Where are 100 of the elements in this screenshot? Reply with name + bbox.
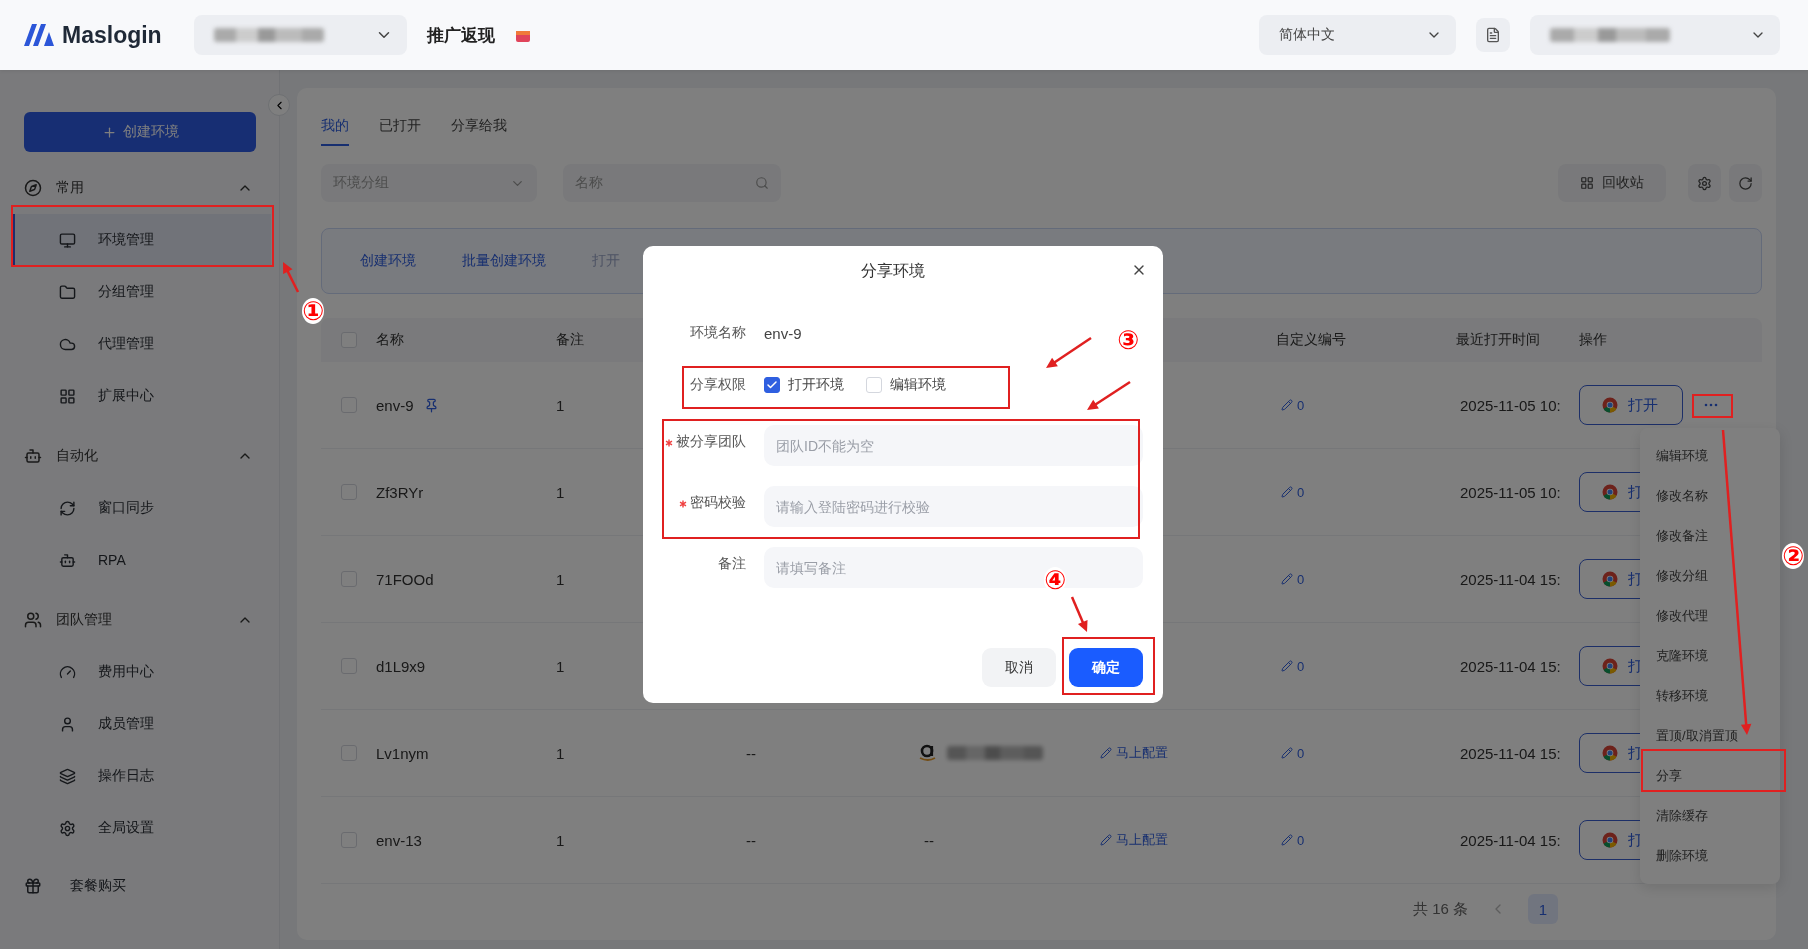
annotation-box [1692,394,1733,418]
menu-icon [59,231,76,249]
field-label: 被分享团队 [676,433,746,451]
table-cell: env-13 [376,831,422,849]
more-icon [1703,403,1718,407]
section-toggle[interactable]: 团队管理 [0,594,279,646]
settings-icon [1697,175,1712,191]
grid-icon [1580,176,1594,190]
sidebar-item[interactable]: 代理管理 [12,318,271,370]
sidebar-item[interactable]: 套餐购买 [0,860,279,912]
promo-link[interactable]: 推广返现 [427,23,495,47]
gift-icon [24,877,42,895]
sidebar-item[interactable]: 分组管理 [12,266,271,318]
section-icon [24,611,42,629]
open-button[interactable]: 打开 [1579,385,1683,425]
sidebar-item[interactable]: 扩展中心 [12,370,271,422]
collapse-button[interactable] [268,94,290,116]
account-select[interactable] [1530,15,1780,55]
page-button[interactable]: 1 [1528,894,1558,924]
edit-id-link[interactable]: 0 [1281,832,1305,848]
tab[interactable]: 我的 [321,108,349,146]
table-cell: d1L9x9 [376,657,426,675]
column-header: 名称 [376,331,404,349]
tab[interactable]: 已打开 [379,108,421,146]
sidebar-item[interactable]: 窗口同步 [12,482,271,534]
pencil-icon [1281,747,1293,759]
table-cell: env-9 [376,396,414,414]
config-link[interactable]: 马上配置 [1100,744,1168,762]
edit-id-link[interactable]: 0 [1281,484,1305,500]
action-link[interactable]: 创建环境 [360,252,416,270]
column-header: 最近打开时间 [1456,331,1540,349]
annotation-arrow [1070,596,1088,632]
table-cell: 1 [556,483,565,501]
table-cell: Zf3RYr [376,483,424,501]
column-header: 操作 [1579,331,1607,349]
logo-icon [919,743,937,763]
menu-icon [59,819,76,837]
pencil-icon [1281,573,1293,585]
section-icon [24,179,42,197]
tab[interactable]: 分享给我 [451,108,507,146]
menu-icon [59,387,76,405]
confirm-button[interactable]: 确定 [1069,648,1143,687]
plus-icon [101,124,117,140]
edit-id-link[interactable]: 0 [1281,658,1305,674]
browser-icon [1602,658,1618,674]
section-toggle[interactable]: 常用 [0,162,279,214]
total-count: 共 16 条 [1412,899,1468,919]
table-cell: 1 [556,570,565,588]
refresh-button[interactable] [1729,164,1762,202]
refresh-icon [1738,175,1753,191]
table-cell: -- [924,831,934,849]
permission-checkbox[interactable]: 打开环境 [764,376,844,394]
pencil-icon [1281,486,1293,498]
pencil-icon [1281,399,1293,411]
search-icon [755,176,769,190]
table-cell: 1 [556,396,565,414]
edit-id-link[interactable]: 0 [1281,745,1305,761]
sidebar-item[interactable]: 环境管理 [12,214,271,266]
browser-icon [1602,397,1618,413]
menu-icon [59,283,76,301]
table-cell: 1 [556,657,565,675]
sidebar-item[interactable]: 全局设置 [12,802,271,854]
settings-button[interactable] [1688,164,1721,202]
sidebar-item[interactable]: 费用中心 [12,646,271,698]
permission-checkbox[interactable]: 编辑环境 [866,376,946,394]
annotation-arrow [1046,336,1092,368]
table-cell: 1 [556,831,565,849]
create-environment-button[interactable]: 创建环境 [24,112,256,152]
recycle-bin-button[interactable]: 回收站 [1558,164,1666,202]
app-logo: Maslogin [62,21,162,49]
table-cell: -- [746,831,756,849]
cancel-button[interactable]: 取消 [982,648,1056,687]
input-field[interactable]: 请输入登陆密码进行校验 [764,486,1143,527]
annotation-arrow [1087,380,1131,410]
step-number: ② [1782,543,1804,569]
menu-icon [59,663,76,681]
column-header: 备注 [556,331,584,349]
menu-item[interactable]: 修改备注 [1640,516,1780,556]
language-select[interactable]: 简体中文 [1259,15,1456,55]
sidebar-item[interactable]: 操作日志 [12,750,271,802]
edit-id-link[interactable]: 0 [1281,571,1305,587]
column-header: 自定义编号 [1276,331,1346,349]
pencil-icon [1281,660,1293,672]
section-toggle[interactable]: 自动化 [0,430,279,482]
table-cell: 71FOOd [376,570,434,588]
config-link[interactable]: 马上配置 [1100,831,1168,849]
menu-item[interactable]: 修改代理 [1640,596,1780,636]
field-label: 备注 [718,555,746,573]
sidebar-item[interactable]: RPA [12,534,271,586]
workspace-select[interactable] [194,15,407,55]
browser-icon [1602,484,1618,500]
action-link[interactable]: 批量创建环境 [462,252,546,270]
check-icon [766,379,778,391]
field-label: 环境名称 [690,324,746,342]
document-button[interactable] [1476,18,1510,52]
input-field[interactable]: 团队ID不能为空 [764,425,1143,466]
sidebar-item[interactable]: 成员管理 [12,698,271,750]
menu-icon [59,715,76,733]
edit-id-link[interactable]: 0 [1281,397,1305,413]
field-label: 分享权限 [690,376,746,394]
